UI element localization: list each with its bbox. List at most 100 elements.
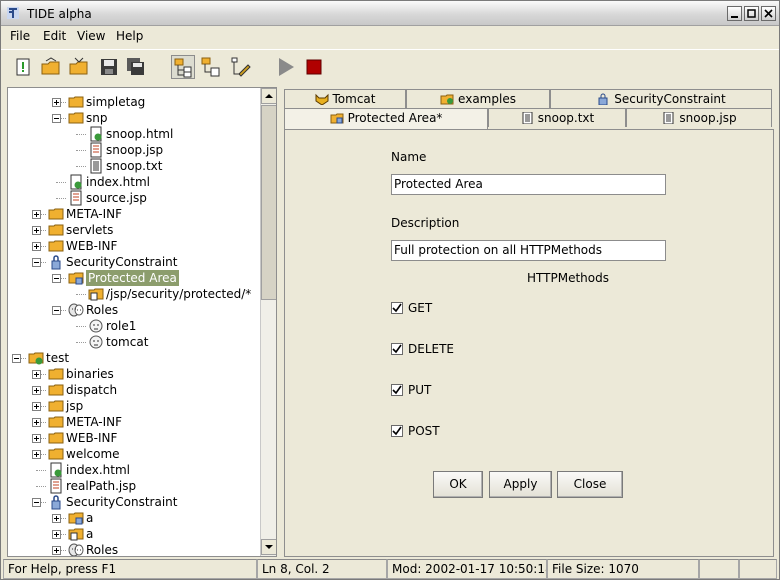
tree-item[interactable]: /jsp/security/protected/* [8,286,258,302]
tree-scrollbar[interactable] [260,88,276,556]
maximize-button[interactable] [744,6,759,21]
collapse-toggle[interactable] [52,114,61,123]
tree-item[interactable]: index.html [8,174,258,190]
checkbox-box[interactable] [391,425,403,437]
tree-item[interactable]: simpletag [8,94,258,110]
tree-item[interactable]: META-INF [8,206,258,222]
jsp-file-icon [50,478,62,494]
tree-item[interactable]: snp [8,110,258,126]
tree-item-label: jsp [66,399,84,413]
stop-button[interactable] [302,55,326,79]
apply-button[interactable]: Apply [489,471,552,498]
tree-item[interactable]: test [8,350,258,366]
tree-item[interactable]: servlets [8,222,258,238]
url-pattern-icon [88,288,104,301]
tree-item[interactable]: Roles [8,542,258,556]
expand-toggle[interactable] [32,242,41,251]
tree-item[interactable]: a [8,526,258,542]
tree-view-1-button[interactable] [171,55,195,79]
tree-item[interactable]: snoop.html [8,126,258,142]
run-button[interactable] [274,55,298,79]
open-project-button[interactable] [67,55,91,79]
tree-item[interactable]: snoop.jsp [8,142,258,158]
tree-item[interactable]: jsp [8,398,258,414]
plus-icon [34,388,39,393]
method-get-checkbox[interactable]: GET [391,301,471,318]
expand-toggle[interactable] [32,434,41,443]
scroll-down-button[interactable] [261,539,276,555]
checkbox-box[interactable] [391,343,403,355]
method-delete-checkbox[interactable]: DELETE [391,342,471,359]
tab-tomcat[interactable]: Tomcat [284,89,406,108]
expand-toggle[interactable] [52,530,61,539]
name-field[interactable]: Protected Area [391,174,666,195]
tree-item[interactable]: welcome [8,446,258,462]
menu-edit[interactable]: Edit [43,29,66,43]
method-post-checkbox[interactable]: POST [391,424,471,441]
checkbox-box[interactable] [391,302,403,314]
scrollbar-thumb[interactable] [261,105,276,300]
tree-item[interactable]: tomcat [8,334,258,350]
expand-toggle[interactable] [52,514,61,523]
minimize-button[interactable] [727,6,742,21]
tree-view-2-button[interactable] [199,55,223,79]
project-tree[interactable]: simpletag snp snoop.html snoop.jsp snoop.txt… [7,87,277,557]
ok-button[interactable]: OK [433,471,483,498]
close-button[interactable]: Close [557,471,623,498]
tab-snoop-txt[interactable]: snoop.txt [488,108,626,127]
tree-item[interactable]: WEB-INF [8,238,258,254]
tree-item[interactable]: index.html [8,462,258,478]
plus-icon [34,372,39,377]
tree-item[interactable]: a [8,510,258,526]
checkbox-box[interactable] [391,384,403,396]
menu-file[interactable]: File [10,29,30,43]
tree-item[interactable]: binaries [8,366,258,382]
tab-securityconstraint[interactable]: SecurityConstraint [550,89,772,108]
tab-snoop-jsp[interactable]: snoop.jsp [626,108,772,127]
expand-toggle[interactable] [32,418,41,427]
edit-tree-button[interactable] [229,55,253,79]
method-put-checkbox[interactable]: PUT [391,383,471,400]
tree-item[interactable]: Roles [8,302,258,318]
collapse-toggle[interactable] [52,306,61,315]
menu-help[interactable]: Help [116,29,143,43]
save-all-button[interactable] [124,55,148,79]
tree-item[interactable]: WEB-INF [8,430,258,446]
expand-toggle[interactable] [32,402,41,411]
expand-toggle[interactable] [52,98,61,107]
expand-toggle[interactable] [32,386,41,395]
expand-toggle[interactable] [32,450,41,459]
tree-item[interactable]: snoop.txt [8,158,258,174]
tree-item[interactable]: dispatch [8,382,258,398]
collapse-toggle[interactable] [52,274,61,283]
scroll-up-button[interactable] [261,88,276,104]
collapse-toggle[interactable] [32,498,41,507]
tree-item[interactable]: role1 [8,318,258,334]
html-file-icon [50,462,62,478]
tab-protected-area[interactable]: Protected Area* [284,108,488,130]
expand-toggle[interactable] [52,546,61,555]
tree-item[interactable]: Protected Area [8,270,258,286]
new-button[interactable] [11,55,35,79]
tree-item[interactable]: source.jsp [8,190,258,206]
menu-view[interactable]: View [77,29,105,43]
tree-item[interactable]: SecurityConstraint [8,494,258,510]
save-button[interactable] [97,55,121,79]
tree-item[interactable]: realPath.jsp [8,478,258,494]
expand-toggle[interactable] [32,370,41,379]
pane-splitter[interactable] [278,87,283,557]
folder-icon [48,240,64,252]
close-window-button[interactable] [761,6,776,21]
minus-icon [34,262,39,263]
tree-item[interactable]: SecurityConstraint [8,254,258,270]
expand-toggle[interactable] [32,226,41,235]
collapse-toggle[interactable] [12,354,21,363]
tab-examples[interactable]: examples [406,89,550,108]
description-field[interactable]: Full protection on all HTTPMethods [391,240,666,261]
tree-view-2-icon [201,57,220,77]
collapse-toggle[interactable] [32,258,41,267]
tree-item[interactable]: META-INF [8,414,258,430]
open-button[interactable] [39,55,63,79]
expand-toggle[interactable] [32,210,41,219]
tree-item-label: a [86,511,94,525]
